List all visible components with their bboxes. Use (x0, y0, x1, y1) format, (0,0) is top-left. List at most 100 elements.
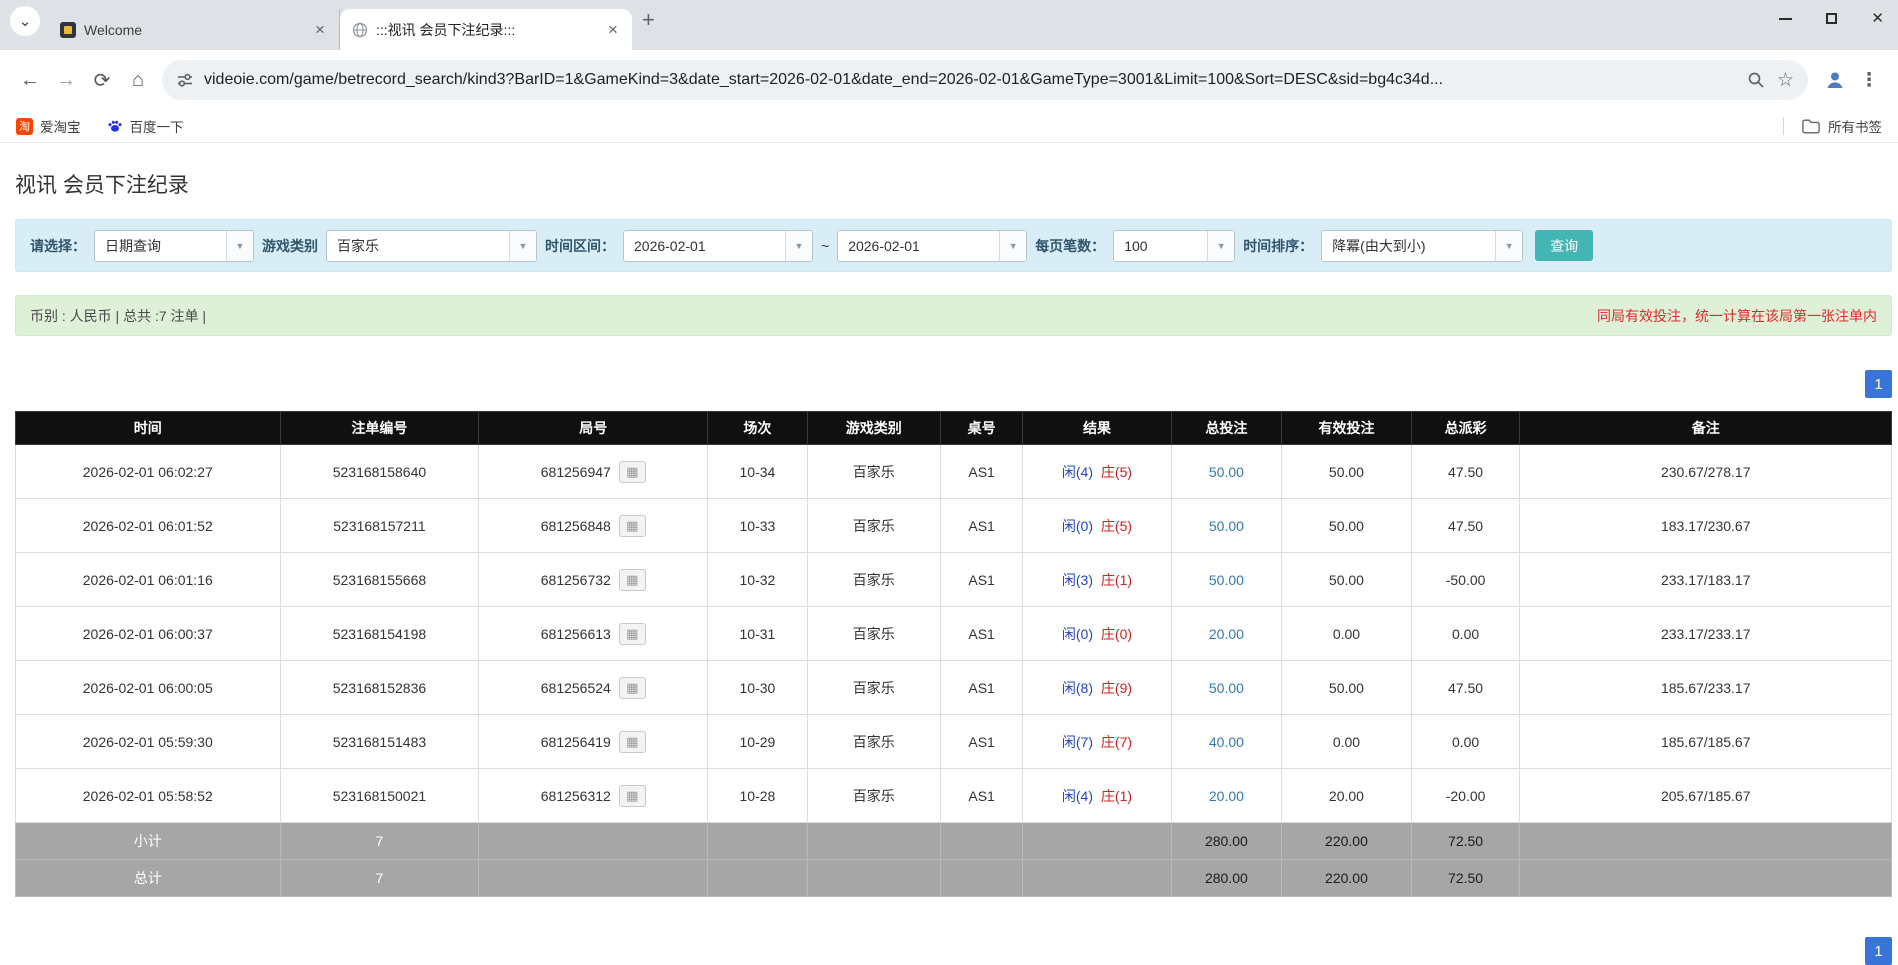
game-result-icon[interactable]: ▦ (618, 730, 646, 753)
cell-result: 闲(8) 庄(9) (1022, 660, 1172, 715)
cell-session: 10-32 (707, 552, 808, 607)
tab-search-button[interactable]: ⌄ (10, 5, 40, 36)
cell-result: 闲(3) 庄(1) (1022, 552, 1172, 607)
new-tab-button[interactable]: + (642, 9, 655, 31)
back-icon[interactable]: ← (12, 62, 48, 98)
table-row: 2026-02-01 05:59:30 523168151483 6812564… (15, 714, 1892, 769)
chevron-down-icon: ⌄ (18, 12, 32, 30)
cell-session: 10-31 (707, 606, 808, 661)
cell-time: 2026-02-01 06:00:37 (15, 606, 281, 661)
cell-session: 10-28 (707, 768, 808, 823)
payout-notice: 同局有效投注，统一计算在该局第一张注单内 (1597, 307, 1877, 324)
cell-total-bet: 20.00 (1170, 768, 1283, 823)
cell-result: 闲(4) 庄(5) (1022, 444, 1172, 499)
all-bookmarks[interactable]: 所有书签 (1783, 116, 1882, 136)
game-result-icon[interactable]: ▦ (618, 460, 646, 483)
chevron-down-icon[interactable]: ▼ (1495, 230, 1523, 261)
total-row: 总计 7 280.00 220.00 72.50 (15, 859, 1892, 897)
close-tab-icon[interactable]: × (604, 21, 622, 39)
date-end-select[interactable]: 2026-02-01 ▼ (837, 229, 1028, 262)
bookmark-label: 百度一下 (129, 120, 184, 135)
baidu-paw-icon (107, 118, 123, 134)
cell-note: 185.67/233.17 (1519, 660, 1892, 715)
game-result-icon[interactable]: ▦ (618, 784, 646, 807)
total-label: 总计 (15, 859, 281, 897)
game-result-icon[interactable]: ▦ (618, 514, 646, 537)
total-bet-link[interactable]: 20.00 (1209, 626, 1244, 642)
bookmark-baidu[interactable]: 百度一下 (107, 116, 184, 136)
cell-bet-id: 523168151483 (279, 714, 480, 769)
total-bet-link[interactable]: 40.00 (1209, 734, 1244, 750)
reload-icon[interactable]: ⟳ (84, 62, 120, 98)
cell-table-no: AS1 (939, 768, 1024, 823)
cell-payout: 47.50 (1410, 660, 1521, 715)
forward-icon[interactable]: → (48, 62, 84, 98)
game-type-select[interactable]: 百家乐 ▼ (326, 229, 537, 262)
cell-game-type: 百家乐 (806, 660, 941, 715)
summary-bar: 币别 : 人民币 | 总共 :7 注单 | 同局有效投注，统一计算在该局第一张注… (15, 295, 1892, 336)
tab-welcome[interactable]: Welcome × (48, 9, 340, 50)
cell-result: 闲(4) 庄(1) (1022, 768, 1172, 823)
bet-records-table: 时间 注单编号 局号 场次 游戏类别 桌号 结果 总投注 有效投注 总派彩 备注… (15, 411, 1892, 897)
home-icon[interactable]: ⌂ (120, 62, 156, 98)
currency-summary: 币别 : 人民币 | 总共 :7 注单 | (30, 307, 207, 324)
sort-select[interactable]: 降冪(由大到小) ▼ (1321, 229, 1524, 262)
col-bet-id: 注单编号 (279, 411, 480, 445)
total-bet-link[interactable]: 20.00 (1209, 788, 1244, 804)
query-type-select[interactable]: 日期查询 ▼ (94, 229, 254, 262)
total-bet-link[interactable]: 50.00 (1209, 518, 1244, 534)
minimize-icon[interactable] (1779, 17, 1793, 20)
total-bet-link[interactable]: 50.00 (1209, 572, 1244, 588)
chevron-down-icon[interactable]: ▼ (1207, 230, 1235, 261)
table-row: 2026-02-01 05:58:52 523168150021 6812563… (15, 768, 1892, 823)
cell-valid-bet: 50.00 (1281, 444, 1412, 499)
cell-total-bet: 40.00 (1170, 714, 1283, 769)
total-payout: 72.50 (1410, 859, 1521, 897)
all-bookmarks-label: 所有书签 (1828, 120, 1882, 135)
chevron-down-icon[interactable]: ▼ (999, 230, 1027, 261)
cell-session: 10-29 (707, 714, 808, 769)
col-game-type: 游戏类别 (806, 411, 941, 445)
col-session: 场次 (707, 411, 808, 445)
page-size-select[interactable]: 100 ▼ (1113, 229, 1236, 262)
cell-table-no: AS1 (939, 498, 1024, 553)
close-tab-icon[interactable]: × (311, 21, 329, 39)
site-settings-icon[interactable] (176, 71, 194, 89)
cell-table-no: AS1 (939, 606, 1024, 661)
chevron-down-icon[interactable]: ▼ (226, 230, 253, 261)
search-button[interactable]: 查询 (1535, 230, 1594, 261)
url-text[interactable]: videoie.com/game/betrecord_search/kind3?… (204, 71, 1737, 89)
tab-bet-records[interactable]: :::视讯 会员下注纪录::: × (340, 9, 632, 50)
address-bar[interactable]: videoie.com/game/betrecord_search/kind3?… (162, 60, 1808, 100)
cell-time: 2026-02-01 06:01:16 (15, 552, 281, 607)
bookmark-taobao[interactable]: 淘 爱淘宝 (16, 116, 81, 136)
subtotal-total-bet: 280.00 (1170, 822, 1283, 860)
page-1-button[interactable]: 1 (1865, 370, 1892, 398)
cell-note: 233.17/233.17 (1519, 606, 1892, 661)
date-range-label: 时间区间： (545, 237, 615, 254)
page-1-button[interactable]: 1 (1865, 937, 1892, 965)
window-close-icon[interactable]: ✕ (1871, 11, 1884, 26)
result-player: 闲(8) (1061, 679, 1094, 696)
menu-icon[interactable]: ⋮ (1852, 63, 1886, 97)
pagination-bottom: 1 (15, 937, 1892, 965)
total-bet-link[interactable]: 50.00 (1209, 464, 1244, 480)
chevron-down-icon[interactable]: ▼ (509, 230, 536, 261)
chevron-down-icon[interactable]: ▼ (785, 230, 812, 261)
cell-game-type: 百家乐 (806, 444, 941, 499)
maximize-icon[interactable] (1826, 13, 1838, 24)
zoom-icon[interactable] (1747, 71, 1765, 89)
bookmark-star-icon[interactable]: ☆ (1777, 69, 1794, 92)
cell-result: 闲(0) 庄(0) (1022, 606, 1172, 661)
cell-round: 681256947 ▦ (478, 444, 709, 499)
game-result-icon[interactable]: ▦ (618, 568, 646, 591)
profile-avatar-icon[interactable] (1818, 63, 1852, 97)
result-banker: 庄(5) (1100, 517, 1133, 534)
date-start-select[interactable]: 2026-02-01 ▼ (623, 229, 813, 262)
game-type-label: 游戏类别 (262, 237, 318, 254)
cell-table-no: AS1 (939, 552, 1024, 607)
cell-payout: 47.50 (1410, 498, 1521, 553)
game-result-icon[interactable]: ▦ (618, 622, 646, 645)
game-result-icon[interactable]: ▦ (618, 676, 646, 699)
total-bet-link[interactable]: 50.00 (1209, 680, 1244, 696)
